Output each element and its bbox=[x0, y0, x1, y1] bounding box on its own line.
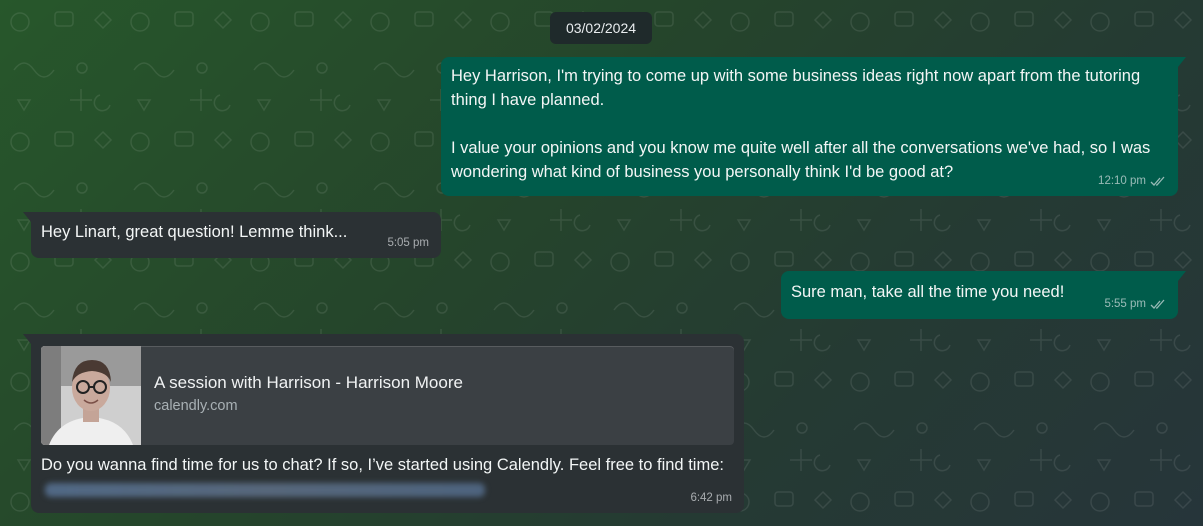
message-time: 5:55 pm bbox=[1104, 298, 1146, 310]
link-preview-domain: calendly.com bbox=[154, 398, 238, 414]
message-bubble-incoming[interactable]: A session with Harrison - Harrison Moore… bbox=[23, 334, 744, 513]
bubble-tail bbox=[1178, 57, 1186, 67]
message-text: Hey Linart, great question! Lemme think.… bbox=[41, 223, 348, 241]
bubble-tail bbox=[1178, 271, 1186, 281]
message-meta: 5:05 pm bbox=[387, 236, 429, 250]
bubble-tail bbox=[23, 212, 31, 222]
date-separator: 03/02/2024 bbox=[550, 12, 652, 44]
link-preview-thumbnail bbox=[41, 346, 141, 445]
message-meta: 6:42 pm bbox=[690, 491, 732, 505]
chat-area: 03/02/2024 Hey Harrison, I'm trying to c… bbox=[0, 0, 1203, 526]
message-time: 5:05 pm bbox=[387, 237, 429, 249]
link-preview-title: A session with Harrison - Harrison Moore bbox=[154, 373, 463, 392]
message-text-block: Do you wanna find time for us to chat? I… bbox=[41, 453, 731, 501]
link-preview-card[interactable]: A session with Harrison - Harrison Moore… bbox=[41, 346, 734, 445]
double-check-icon bbox=[1150, 299, 1165, 309]
message-time: 12:10 pm bbox=[1098, 175, 1146, 187]
bubble-tail bbox=[23, 334, 31, 344]
message-text: Do you wanna find time for us to chat? I… bbox=[41, 456, 724, 474]
blurred-link[interactable] bbox=[45, 482, 485, 497]
link-preview-info: A session with Harrison - Harrison Moore… bbox=[141, 346, 463, 445]
message-bubble-outgoing[interactable]: Sure man, take all the time you need! 5:… bbox=[781, 271, 1186, 319]
profile-photo bbox=[41, 346, 141, 445]
message-text: Hey Harrison, I'm trying to come up with… bbox=[451, 67, 1151, 181]
message-bubble-incoming[interactable]: Hey Linart, great question! Lemme think.… bbox=[23, 212, 441, 258]
message-time: 6:42 pm bbox=[690, 492, 732, 504]
message-bubble-outgoing[interactable]: Hey Harrison, I'm trying to come up with… bbox=[441, 57, 1186, 196]
message-meta: 5:55 pm bbox=[1104, 297, 1166, 311]
message-meta: 12:10 pm bbox=[1098, 174, 1166, 188]
double-check-icon bbox=[1150, 176, 1165, 186]
